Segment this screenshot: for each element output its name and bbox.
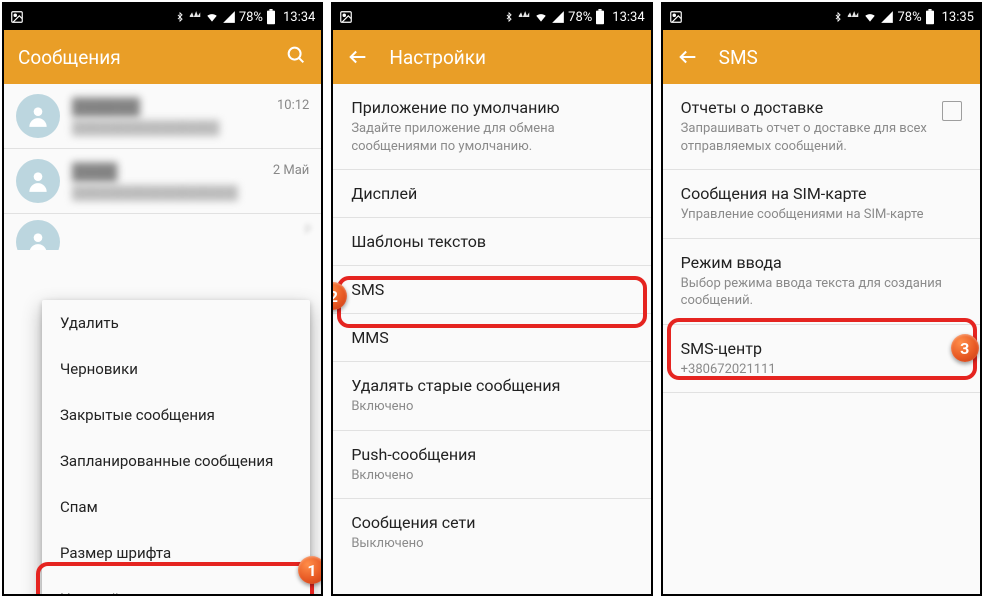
- setting-primary: MMS: [351, 328, 632, 347]
- divider: [663, 392, 980, 393]
- page-title: Сообщения: [18, 46, 121, 69]
- conversation-list: ██████ ████████████████ 10:12 ████ █████…: [4, 84, 321, 594]
- setting-delete-old[interactable]: Удалять старые сообщения Включено: [333, 362, 650, 430]
- action-bar: Сообщения: [4, 30, 321, 84]
- avatar: [16, 94, 60, 138]
- setting-secondary: Выключено: [351, 535, 632, 553]
- setting-sms[interactable]: SMS: [333, 266, 650, 313]
- setting-secondary: Задайте приложение для обмена сообщениям…: [351, 120, 632, 155]
- image-icon: [339, 10, 353, 24]
- status-bar: 78% 13:34: [4, 4, 321, 30]
- menu-item-drafts[interactable]: Черновики: [42, 346, 310, 392]
- phone-screen-2: 78% 13:34 Настройки Приложение по умолча…: [331, 2, 652, 596]
- setting-mms[interactable]: MMS: [333, 314, 650, 361]
- battery-percent: 78%: [568, 10, 592, 25]
- battery-icon: [925, 9, 935, 25]
- setting-primary: Приложение по умолчанию: [351, 98, 632, 117]
- vibrate-icon: [188, 10, 202, 24]
- setting-delivery-reports[interactable]: Отчеты о доставке Запрашивать отчет о до…: [663, 84, 980, 169]
- setting-primary: SMS-центр: [681, 339, 962, 358]
- conversation-item[interactable]: ██████ ████████████████ 10:12: [4, 84, 321, 148]
- search-icon[interactable]: [285, 44, 307, 71]
- conversation-item-partial: р: [4, 214, 321, 250]
- clock-time: 13:34: [612, 10, 644, 25]
- status-bar: 78% 13:35: [663, 4, 980, 30]
- avatar: [16, 159, 60, 203]
- wifi-icon: [863, 10, 877, 24]
- setting-sms-center[interactable]: SMS-центр +380672021111: [663, 325, 980, 393]
- setting-secondary: +380672021111: [681, 361, 962, 379]
- message-time-partial: р: [305, 220, 312, 234]
- menu-item-locked[interactable]: Закрытые сообщения: [42, 392, 310, 438]
- clock-time: 13:34: [283, 10, 315, 25]
- setting-secondary: Выбор режима ввода текста для создания с…: [681, 275, 962, 310]
- setting-primary: SMS: [351, 280, 632, 299]
- setting-input-mode[interactable]: Режим ввода Выбор режима ввода текста дл…: [663, 239, 980, 324]
- settings-list: Приложение по умолчанию Задайте приложен…: [333, 84, 650, 594]
- setting-primary: Отчеты о доставке: [681, 98, 930, 117]
- phone-screen-3: 78% 13:35 SMS Отчеты о доставке Запрашив…: [661, 2, 982, 596]
- checkbox-unchecked[interactable]: [942, 101, 962, 121]
- battery-percent: 78%: [897, 10, 921, 25]
- page-title: Настройки: [389, 46, 486, 69]
- setting-primary: Дисплей: [351, 184, 632, 203]
- clock-time: 13:35: [942, 10, 974, 25]
- signal-icon: [880, 10, 894, 24]
- message-preview: ██████████████████: [72, 185, 273, 201]
- wifi-icon: [205, 10, 219, 24]
- action-bar: SMS: [663, 30, 980, 84]
- battery-icon: [595, 9, 605, 25]
- setting-primary: Удалять старые сообщения: [351, 376, 632, 395]
- setting-default-app[interactable]: Приложение по умолчанию Задайте приложен…: [333, 84, 650, 169]
- setting-sim-messages[interactable]: Сообщения на SIM-карте Управление сообще…: [663, 170, 980, 238]
- signal-icon: [551, 10, 565, 24]
- setting-primary: Режим ввода: [681, 253, 962, 272]
- battery-icon: [266, 9, 276, 25]
- setting-push[interactable]: Push-сообщения Включено: [333, 431, 650, 499]
- setting-primary: Сообщения на SIM-карте: [681, 184, 962, 203]
- image-icon: [10, 10, 24, 24]
- setting-primary: Шаблоны текстов: [351, 232, 632, 251]
- avatar: [16, 220, 60, 250]
- contact-name: ████: [72, 162, 273, 182]
- overflow-menu: Удалить Черновики Закрытые сообщения Зап…: [42, 300, 310, 594]
- sms-settings-list: Отчеты о доставке Запрашивать отчет о до…: [663, 84, 980, 594]
- wifi-icon: [534, 10, 548, 24]
- setting-secondary: Включено: [351, 398, 632, 416]
- contact-name: ██████: [72, 97, 277, 117]
- status-bar: 78% 13:34: [333, 4, 650, 30]
- vibrate-icon: [517, 10, 531, 24]
- back-icon[interactable]: [347, 46, 369, 68]
- setting-display[interactable]: Дисплей: [333, 170, 650, 217]
- menu-item-scheduled[interactable]: Запланированные сообщения: [42, 438, 310, 484]
- page-title: SMS: [719, 46, 758, 69]
- battery-percent: 78%: [239, 10, 263, 25]
- menu-item-font-size[interactable]: Размер шрифта: [42, 530, 310, 576]
- setting-primary: Сообщения сети: [351, 513, 632, 532]
- setting-secondary: Управление сообщениями на SIM-карте: [681, 206, 962, 224]
- setting-primary: Push-сообщения: [351, 445, 632, 464]
- bluetooth-icon: [504, 10, 514, 24]
- tutorial-badge-3: 3: [951, 334, 979, 362]
- menu-item-delete[interactable]: Удалить: [42, 300, 310, 346]
- setting-secondary: Запрашивать отчет о доставке для всех от…: [681, 120, 930, 155]
- message-preview: ████████████████: [72, 120, 277, 136]
- image-icon: [669, 10, 683, 24]
- menu-item-spam[interactable]: Спам: [42, 484, 310, 530]
- conversation-item[interactable]: ████ ██████████████████ 2 Май: [4, 149, 321, 213]
- phone-screen-1: 78% 13:34 Сообщения ██████ █████████████…: [2, 2, 323, 596]
- setting-secondary: Включено: [351, 467, 632, 485]
- message-time: 10:12: [277, 98, 309, 113]
- back-icon[interactable]: [677, 46, 699, 68]
- menu-item-settings[interactable]: Настройки: [42, 576, 310, 594]
- bluetooth-icon: [175, 10, 185, 24]
- bluetooth-icon: [833, 10, 843, 24]
- setting-templates[interactable]: Шаблоны текстов: [333, 218, 650, 265]
- action-bar: Настройки: [333, 30, 650, 84]
- tutorial-badge-1: 1: [298, 556, 321, 584]
- message-time: 2 Май: [273, 163, 309, 178]
- vibrate-icon: [846, 10, 860, 24]
- setting-cell-broadcast[interactable]: Сообщения сети Выключено: [333, 499, 650, 567]
- signal-icon: [222, 10, 236, 24]
